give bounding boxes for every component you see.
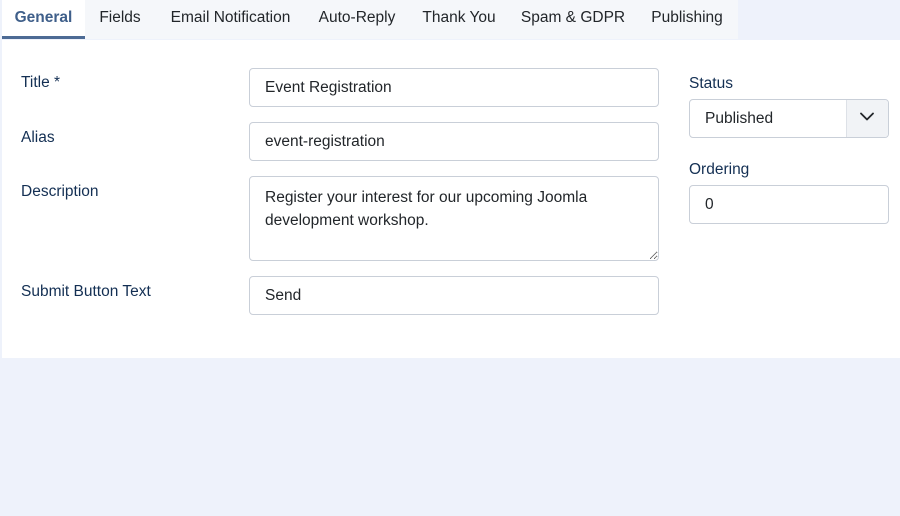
submit-button-text-label: Submit Button Text bbox=[21, 283, 151, 300]
tab-fields-label: Fields bbox=[99, 9, 141, 26]
tabs-strip: General Fields Email Notification Auto-R… bbox=[2, 0, 738, 39]
tab-fields[interactable]: Fields bbox=[85, 0, 155, 39]
general-panel: Title * Alias Description Register your … bbox=[2, 40, 900, 358]
ordering-input[interactable] bbox=[689, 185, 889, 224]
status-select-value: Published bbox=[705, 110, 774, 127]
chevron-down-icon bbox=[860, 112, 874, 121]
tab-auto-reply[interactable]: Auto-Reply bbox=[306, 0, 408, 39]
status-select[interactable]: Published bbox=[689, 99, 889, 138]
title-input[interactable] bbox=[249, 68, 659, 107]
tab-email-notification[interactable]: Email Notification bbox=[155, 0, 306, 39]
title-label: Title * bbox=[21, 74, 61, 91]
tab-general-label: General bbox=[14, 9, 73, 26]
status-label: Status bbox=[689, 75, 733, 92]
tab-spam-gdpr-label: Spam & GDPR bbox=[520, 9, 626, 26]
tab-auto-reply-label: Auto-Reply bbox=[318, 9, 396, 26]
tab-bar: General Fields Email Notification Auto-R… bbox=[2, 0, 900, 40]
alias-input[interactable] bbox=[249, 122, 659, 161]
description-textarea[interactable]: Register your interest for our upcoming … bbox=[249, 176, 659, 261]
tab-thank-you-label: Thank You bbox=[422, 9, 496, 26]
tab-spam-gdpr[interactable]: Spam & GDPR bbox=[510, 0, 636, 39]
status-dropdown-button[interactable] bbox=[846, 100, 888, 137]
tab-email-notification-label: Email Notification bbox=[170, 9, 291, 26]
tab-general[interactable]: General bbox=[2, 0, 85, 39]
tab-publishing-label: Publishing bbox=[651, 9, 723, 26]
description-label: Description bbox=[21, 183, 99, 200]
submit-button-text-input[interactable] bbox=[249, 276, 659, 315]
alias-label: Alias bbox=[21, 129, 55, 146]
tab-publishing[interactable]: Publishing bbox=[636, 0, 738, 39]
tab-thank-you[interactable]: Thank You bbox=[408, 0, 510, 39]
ordering-label: Ordering bbox=[689, 161, 750, 178]
